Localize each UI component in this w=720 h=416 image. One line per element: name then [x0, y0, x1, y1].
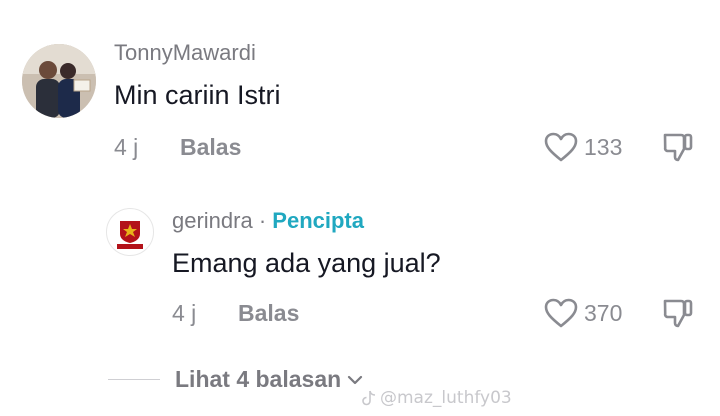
- creator-badge: Pencipta: [272, 208, 364, 233]
- comment-like-button[interactable]: [542, 130, 580, 164]
- view-replies-button[interactable]: Lihat 4 balasan: [175, 366, 363, 393]
- thumbs-down-icon: [663, 133, 693, 162]
- reply-like-count: 370: [584, 300, 623, 326]
- chevron-down-icon: [348, 375, 363, 384]
- header-separator: ·: [258, 208, 267, 233]
- reply-time: 4 j: [172, 300, 197, 326]
- avatar-photo: [22, 44, 96, 118]
- heart-outline-icon: [544, 132, 578, 162]
- gerindra-logo: [108, 210, 152, 254]
- commenter-username[interactable]: TonnyMawardi: [114, 40, 256, 66]
- comment-reply-button[interactable]: Balas: [180, 134, 241, 161]
- reply-header: gerindra · Pencipta: [172, 208, 364, 234]
- comment-time: 4 j: [114, 134, 139, 160]
- comment-like-count: 133: [584, 134, 623, 160]
- comment-text: Min cariin Istri: [114, 80, 281, 110]
- view-replies-label: Lihat 4 balasan: [175, 366, 342, 392]
- watermark: @maz_luthfy03: [362, 388, 512, 408]
- heart-outline-icon: [544, 298, 578, 328]
- tiktok-icon: [362, 390, 376, 406]
- creator-avatar[interactable]: [106, 208, 154, 256]
- thumbs-down-icon: [663, 299, 693, 328]
- view-more-divider: [108, 379, 160, 380]
- commenter-avatar[interactable]: [22, 44, 96, 118]
- reply-username[interactable]: gerindra: [172, 208, 253, 233]
- reply-text: Emang ada yang jual?: [172, 248, 441, 278]
- comment-dislike-button[interactable]: [660, 130, 696, 164]
- reply-dislike-button[interactable]: [660, 296, 696, 330]
- reply-like-button[interactable]: [542, 296, 580, 330]
- watermark-handle: @maz_luthfy03: [380, 388, 512, 408]
- reply-reply-button[interactable]: Balas: [238, 300, 299, 327]
